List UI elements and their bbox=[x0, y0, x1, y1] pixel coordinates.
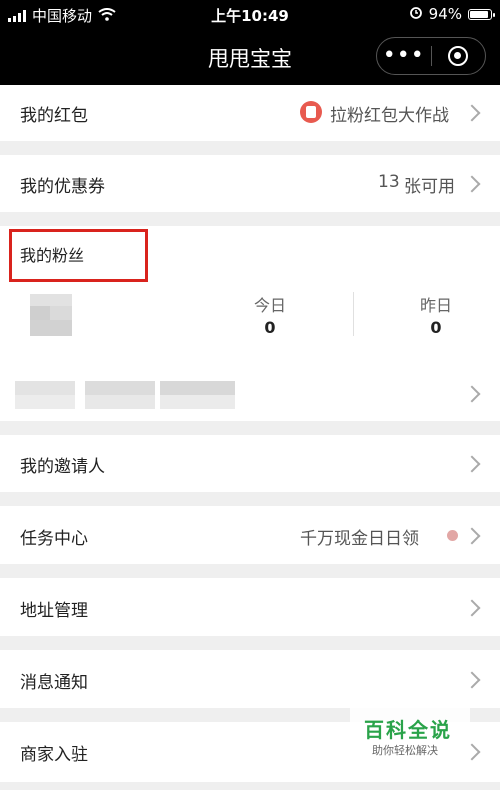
merchant-label: 商家入驻 bbox=[20, 745, 88, 765]
watermark-subtitle: 助你轻松解决 bbox=[372, 744, 438, 757]
coupon-count: 13 bbox=[378, 172, 400, 192]
notify-label: 消息通知 bbox=[20, 673, 88, 693]
chevron-right-icon bbox=[463, 104, 481, 122]
status-bar: 中国移动 上午10:49 94% bbox=[0, 0, 500, 28]
tasks-promo: 千万现金日日领 bbox=[300, 529, 419, 549]
coupon-available-text: 张可用 bbox=[404, 177, 455, 197]
stats-divider bbox=[353, 292, 354, 336]
highlight-annotation bbox=[9, 229, 148, 282]
tasks-label: 任务中心 bbox=[20, 529, 88, 549]
inviter-row[interactable]: 我的邀请人 bbox=[0, 435, 500, 492]
nav-bar: 甩甩宝宝 ••• bbox=[0, 28, 500, 85]
more-dots-icon[interactable]: ••• bbox=[377, 41, 431, 71]
chevron-right-icon bbox=[463, 599, 481, 617]
redpack-row[interactable]: 我的红包 拉粉红包大作战 bbox=[0, 85, 500, 141]
close-button[interactable] bbox=[432, 46, 486, 66]
tasks-row[interactable]: 任务中心 千万现金日日领 bbox=[0, 506, 500, 564]
target-ring-icon bbox=[448, 46, 469, 66]
notify-row[interactable]: 消息通知 bbox=[0, 650, 500, 708]
yesterday-value: 0 bbox=[430, 318, 442, 337]
red-envelope-icon bbox=[300, 101, 322, 123]
chevron-right-icon bbox=[463, 671, 481, 689]
chevron-right-icon bbox=[463, 175, 481, 193]
yesterday-label: 昨日 bbox=[419, 296, 452, 315]
today-value: 0 bbox=[264, 318, 276, 337]
address-row[interactable]: 地址管理 bbox=[0, 578, 500, 636]
notification-dot bbox=[447, 530, 458, 541]
miniprogram-capsule: ••• bbox=[376, 37, 486, 75]
chevron-right-icon bbox=[463, 385, 481, 403]
inviter-label: 我的邀请人 bbox=[20, 457, 105, 477]
redpack-label: 我的红包 bbox=[20, 106, 88, 126]
coupon-row[interactable]: 我的优惠券 13 张可用 bbox=[0, 155, 500, 212]
alarm-icon bbox=[409, 5, 423, 23]
watermark-logo: 百科全说 助你轻松解决 bbox=[350, 706, 470, 762]
today-label: 今日 bbox=[253, 296, 286, 315]
battery-icon bbox=[468, 8, 495, 20]
chevron-right-icon bbox=[463, 527, 481, 545]
address-label: 地址管理 bbox=[20, 601, 88, 621]
watermark-title: 百科全说 bbox=[364, 718, 452, 742]
coupon-label: 我的优惠券 bbox=[20, 177, 105, 197]
battery-percent: 94% bbox=[428, 5, 462, 23]
chevron-right-icon bbox=[463, 455, 481, 473]
redpack-promo: 拉粉红包大作战 bbox=[330, 106, 449, 126]
